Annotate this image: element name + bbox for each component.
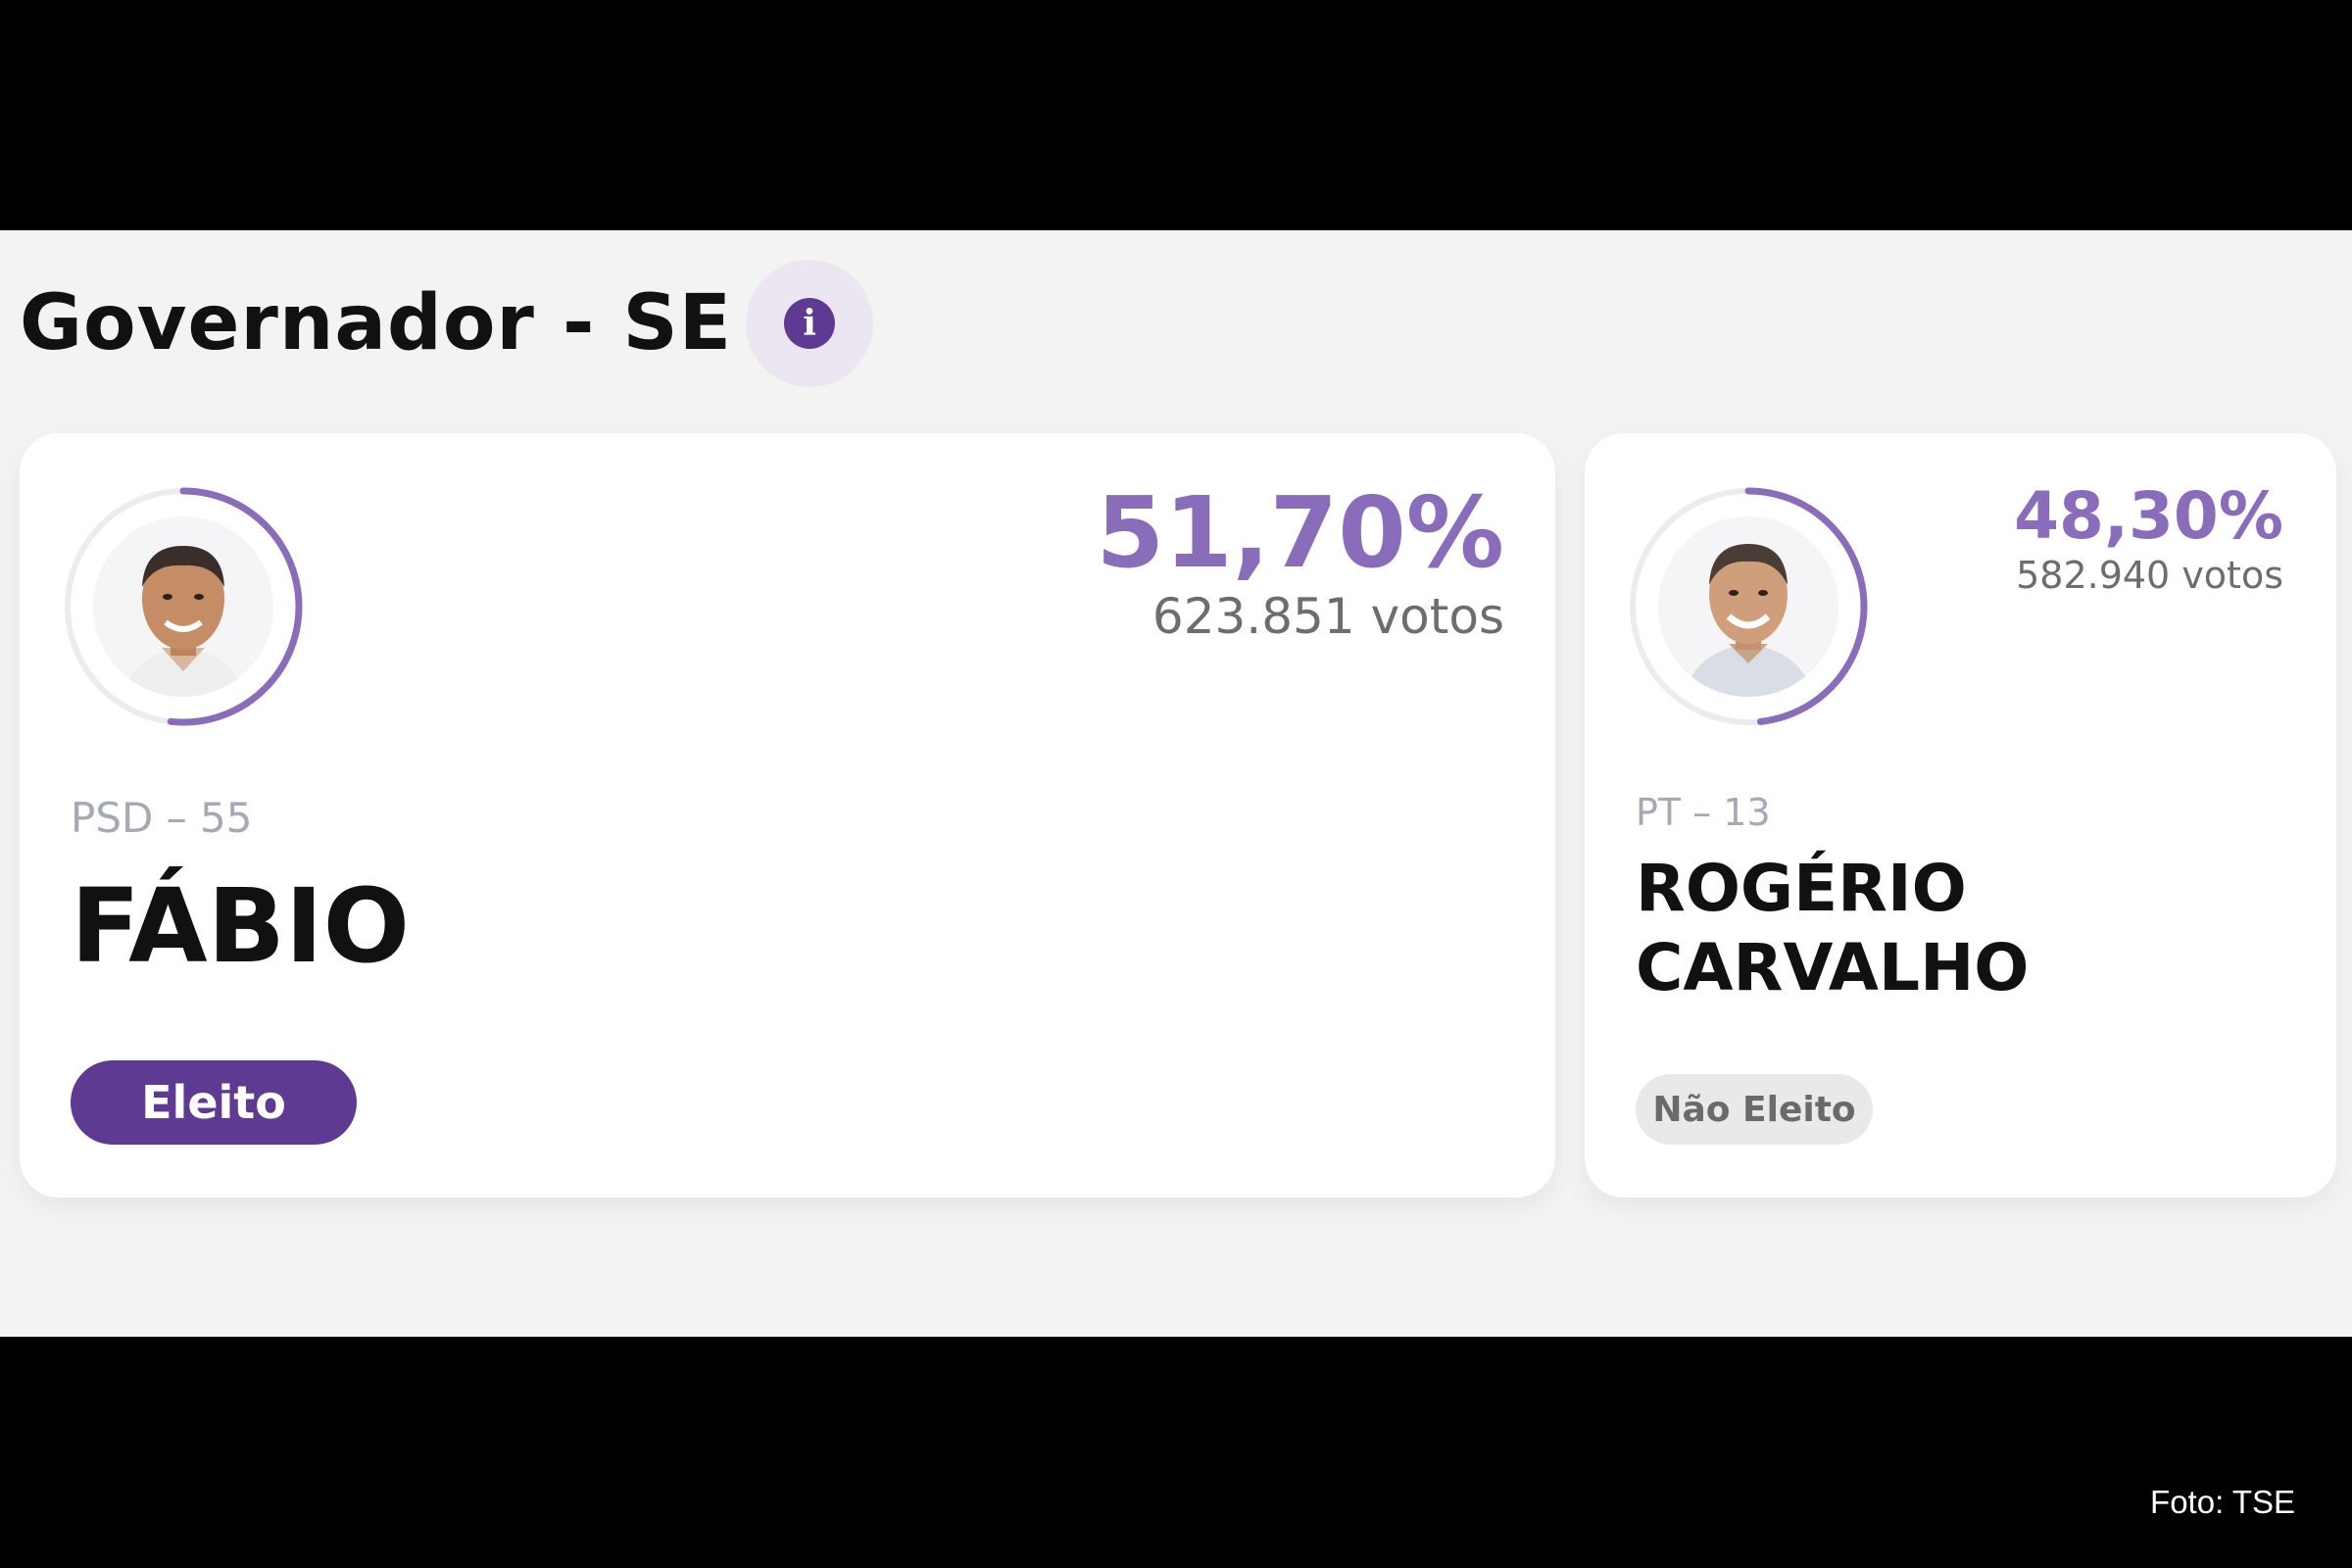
- vote-percentage: 48,30%: [2014, 478, 2283, 554]
- status-badge: Não Eleito: [1636, 1074, 1873, 1145]
- candidate-name: ROGÉRIO CARVALHO: [1636, 851, 2030, 1005]
- candidate-card[interactable]: 51,70% 623.851 votos PSD – 55 FÁBIO Elei…: [20, 433, 1555, 1198]
- vote-percentage: 51,70%: [1096, 475, 1504, 590]
- party-number: PT – 13: [1636, 791, 1771, 834]
- results-panel: Governador - SE i 51,70% 623.851 votos P…: [0, 230, 2352, 1337]
- photo-credit: Foto: TSE: [2150, 1484, 2295, 1520]
- candidate-photo: [93, 516, 273, 697]
- party-number: PSD – 55: [71, 794, 253, 842]
- avatar: [1626, 484, 1871, 729]
- info-button[interactable]: i: [746, 260, 874, 387]
- candidate-name: FÁBIO: [71, 866, 410, 986]
- race-header: Governador - SE i: [20, 260, 874, 387]
- vote-summary: 48,30% 582.940 votos: [2014, 478, 2283, 597]
- vote-summary: 51,70% 623.851 votos: [1096, 475, 1504, 645]
- race-title: Governador - SE: [20, 279, 733, 368]
- vote-count: 582.940 votos: [2016, 554, 2283, 597]
- avatar: [61, 484, 306, 729]
- top-letterbox: [0, 0, 2352, 230]
- vote-count: 623.851 votos: [1152, 588, 1504, 645]
- info-icon: i: [784, 298, 836, 349]
- candidate-card[interactable]: 48,30% 582.940 votos PT – 13 ROGÉRIO CAR…: [1585, 433, 2336, 1198]
- status-badge: Eleito: [71, 1060, 357, 1145]
- bottom-letterbox: [0, 1337, 2352, 1568]
- candidate-photo: [1658, 516, 1838, 697]
